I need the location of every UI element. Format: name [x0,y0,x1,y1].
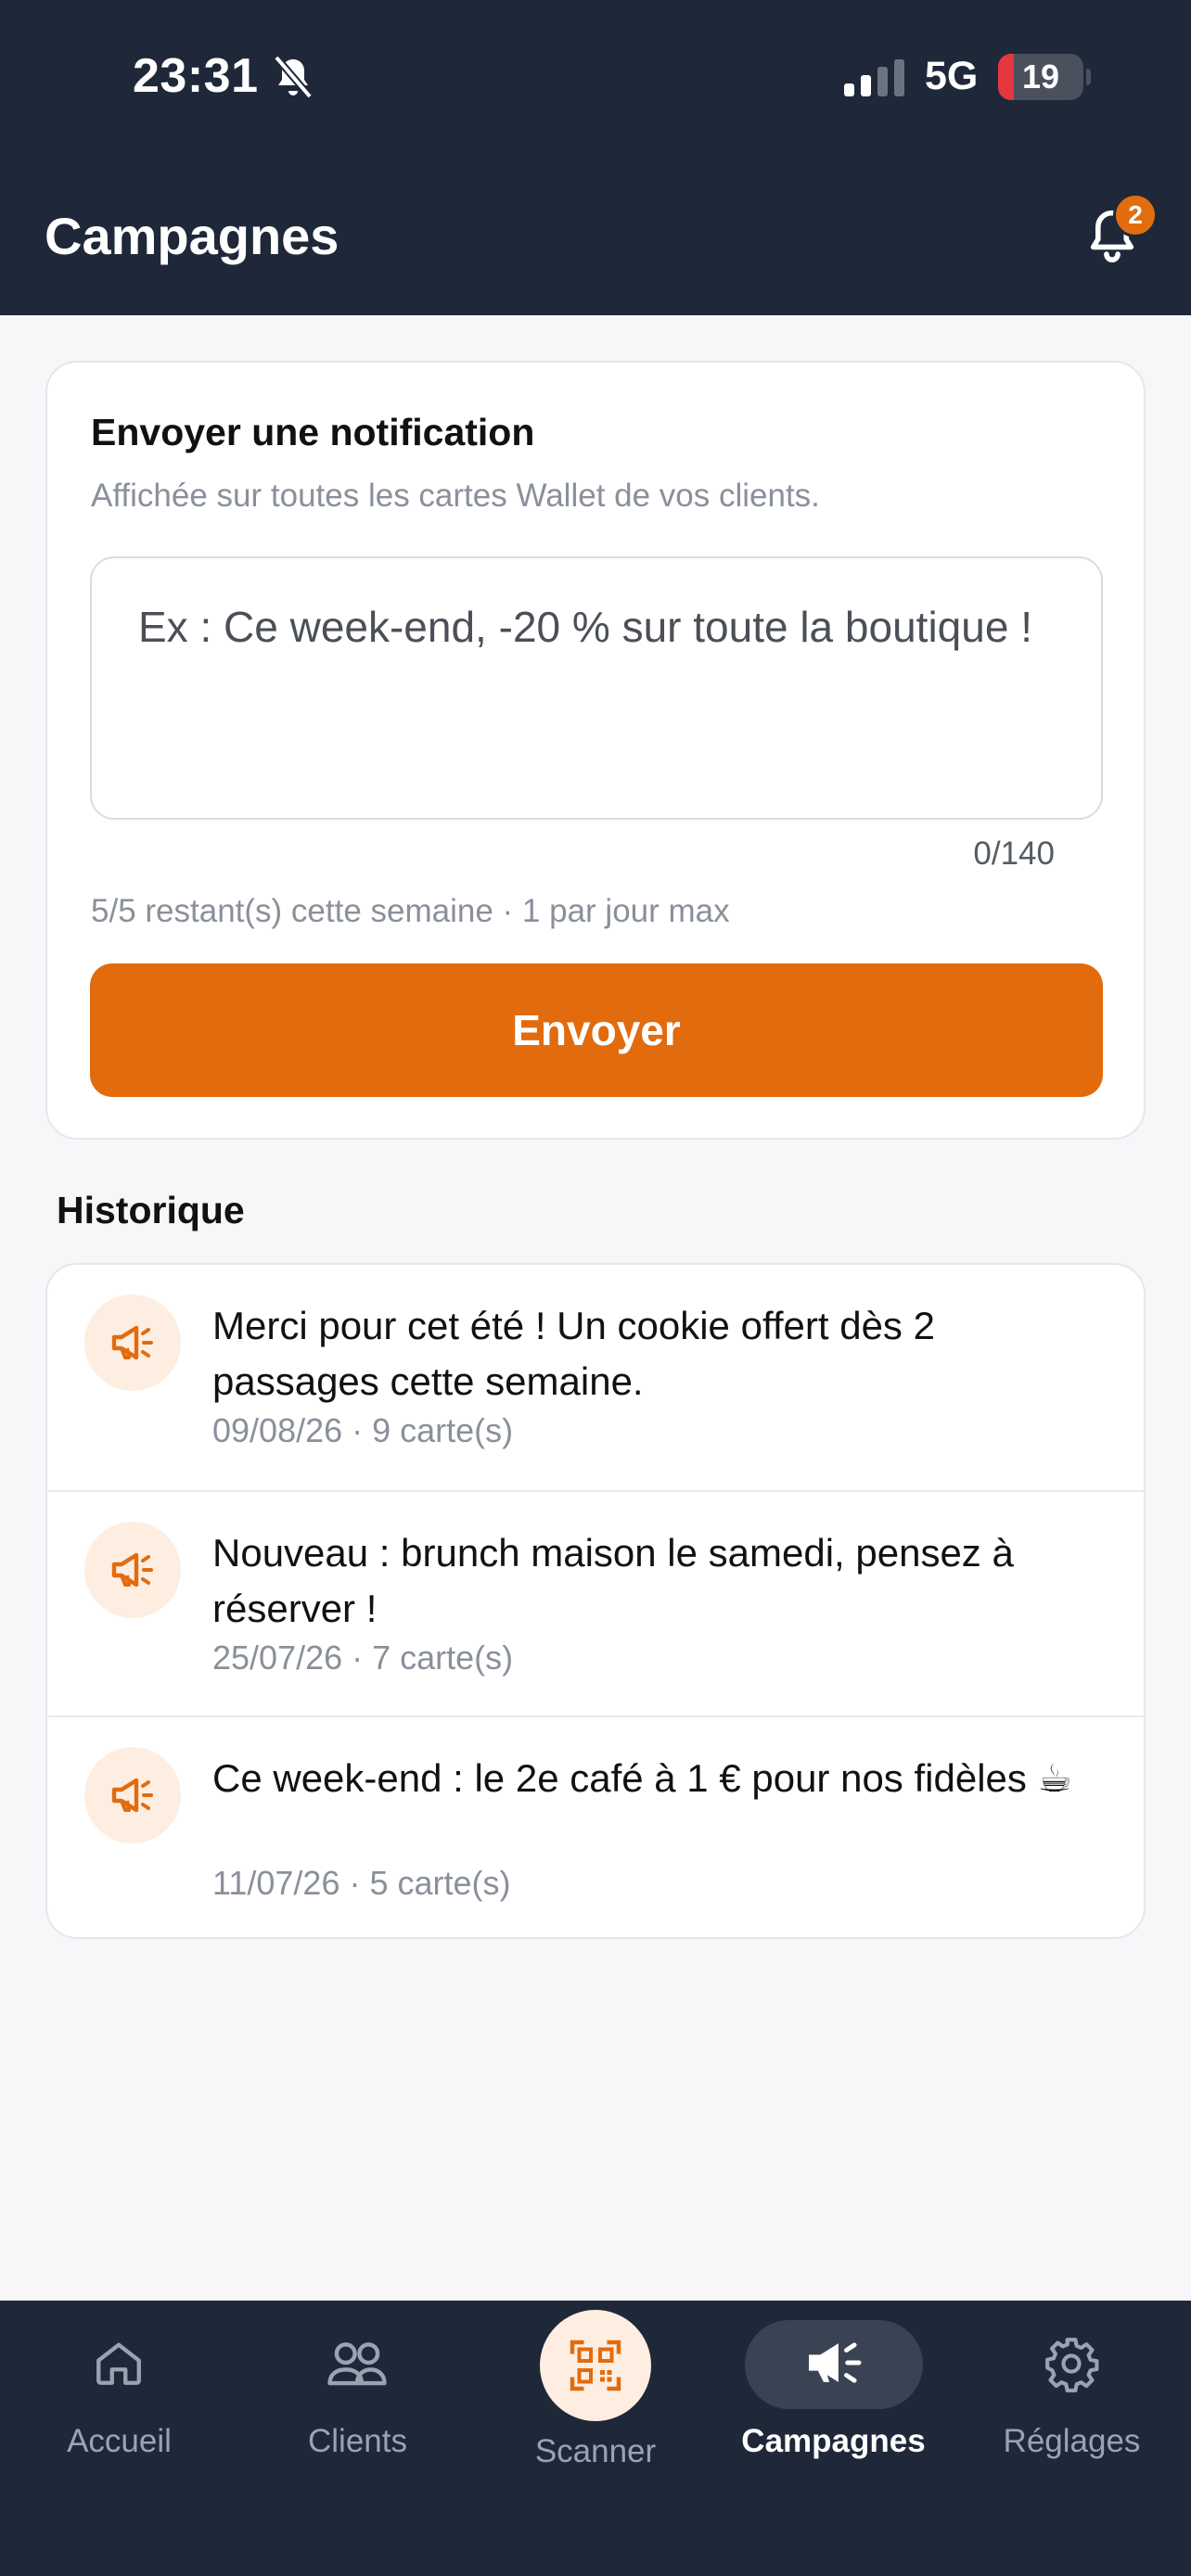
compose-card: Envoyer une notification Affichée sur to… [45,361,1146,1140]
bell-slash-icon [273,55,314,99]
tab-scanner[interactable]: Scanner [477,2301,714,2486]
history-message: Merci pour cet été ! Un cookie offert dè… [212,1304,935,1403]
tab-label: Campagnes [741,2423,926,2459]
users-icon [327,2342,387,2386]
compose-title: Envoyer une notification [91,411,535,453]
tab-label: Clients [308,2423,407,2459]
history-message: Nouveau : brunch maison le samedi, pense… [212,1531,1014,1630]
history-item[interactable]: Nouveau : brunch maison le samedi, pense… [47,1490,1144,1715]
megaphone-icon [84,1522,181,1618]
tab-reglages[interactable]: Réglages [953,2301,1191,2486]
history-title: Historique [57,1189,245,1231]
megaphone-icon [809,2342,862,2383]
gear-icon [1045,2338,1099,2392]
character-counter: 0/140 [973,835,1055,872]
status-time: 23:31 [133,49,259,103]
top-bar: 23:31 5G 19 Campagnes 2 [0,0,1191,315]
network-type: 5G [925,54,979,98]
history-item[interactable]: Ce week-end : le 2e café à 1 € pour nos … [47,1715,1144,1937]
quota-text: 5/5 restant(s) cette semaine · 1 par jou… [91,893,730,929]
tab-bar: Accueil Clients Scanner Campagnes Réglag… [0,2301,1191,2576]
compose-subtitle: Affichée sur toutes les cartes Wallet de… [91,478,820,514]
tab-campagnes[interactable]: Campagnes [714,2301,953,2486]
megaphone-icon [84,1294,181,1391]
history-item[interactable]: Merci pour cet été ! Un cookie offert dè… [47,1265,1144,1490]
history-message: Ce week-end : le 2e café à 1 € pour nos … [212,1756,1073,1800]
message-input[interactable]: Ex : Ce week-end, -20 % sur toute la bou… [90,556,1103,820]
battery-nub [1086,69,1091,85]
send-button[interactable]: Envoyer [90,963,1103,1097]
tab-clients[interactable]: Clients [238,2301,477,2486]
home-icon [96,2342,141,2385]
qr-code-icon [540,2310,651,2421]
megaphone-icon [84,1747,181,1843]
history-meta: 11/07/26 · 5 carte(s) [212,1864,511,1902]
notification-badge: 2 [1113,193,1158,237]
history-list: Merci pour cet été ! Un cookie offert dè… [45,1263,1146,1939]
history-meta: 25/07/26 · 7 carte(s) [212,1639,514,1677]
page-title: Campagnes [45,207,339,265]
tab-label: Scanner [534,2433,657,2469]
history-meta: 09/08/26 · 9 carte(s) [212,1411,514,1449]
battery-level: 19 [1021,57,1060,96]
tab-accueil[interactable]: Accueil [0,2301,238,2486]
battery-icon: 19 [998,54,1083,100]
signal-icon [844,59,904,96]
tab-label: Réglages [1003,2423,1141,2459]
tab-label: Accueil [67,2423,172,2459]
